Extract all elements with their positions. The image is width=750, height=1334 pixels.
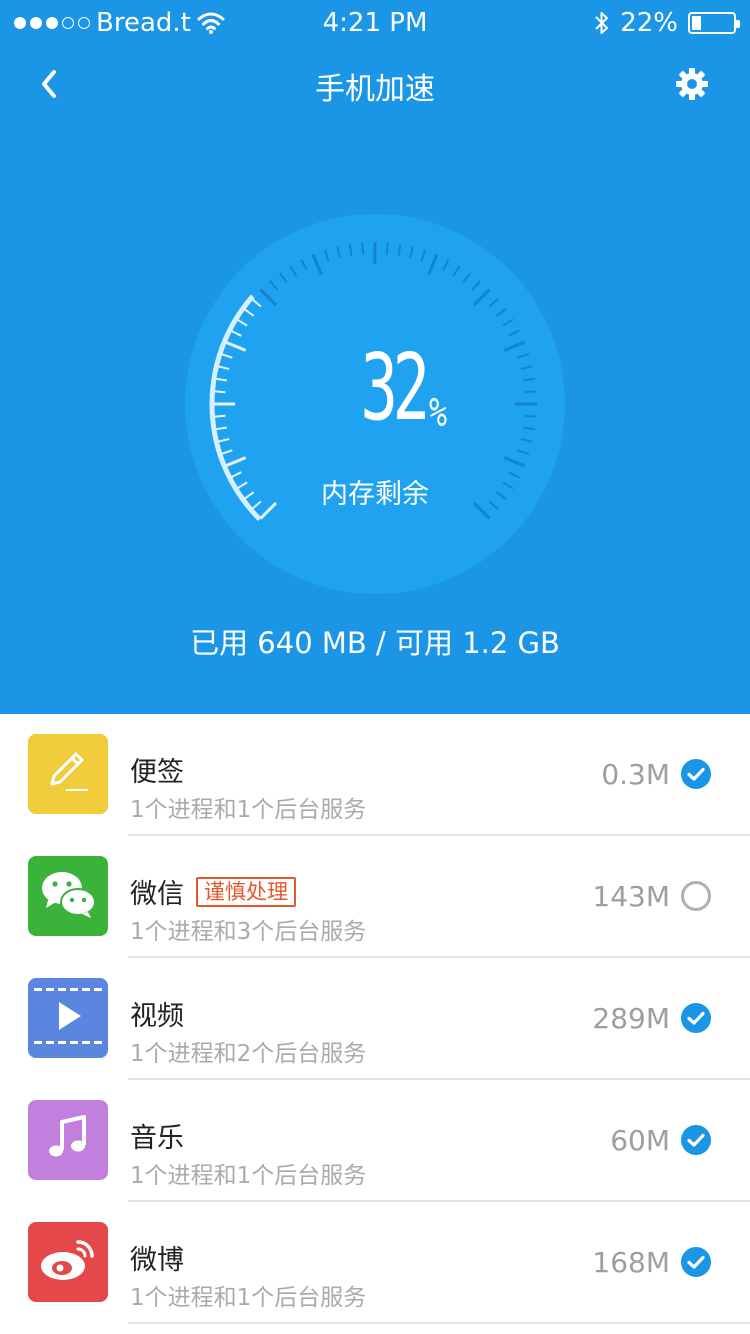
memory-summary: 已用 640 MB / 可用 1.2 GB [190,626,560,660]
app-name-line: 便签 [130,750,184,789]
app-description: 1个进程和1个后台服务 [130,797,367,823]
app-row[interactable]: 视频 1个进程和2个后台服务 289M [0,958,750,1080]
app-memory-size: 0.3M [601,758,670,791]
app-row[interactable]: 便签 1个进程和1个后台服务 0.3M [0,714,750,836]
app-name-line: 微博 [130,1238,184,1277]
process-list: 便签 1个进程和1个后台服务 0.3M 微信 谨慎处理 1个进程和3个后台服务 143M 视频… [0,714,750,1324]
caution-tag: 谨慎处理 [196,876,296,907]
app-name: 微信 [130,879,184,910]
checkbox-checked-icon[interactable] [680,1246,712,1278]
app-icon [28,978,108,1058]
app-icon [28,1100,108,1180]
video-play-icon [28,976,108,1060]
app-description: 1个进程和2个后台服务 [130,1041,367,1067]
header-panel: Bread.t 4:21 PM 22% 手机加速 32 % 内存剩余 已用 64… [0,0,750,714]
app-name: 微博 [130,1245,184,1276]
app-icon [28,734,108,814]
memory-gauge: 32 % 内存剩余 [185,214,565,594]
app-name-line: 微信 谨慎处理 [130,872,296,911]
app-row[interactable]: 微信 谨慎处理 1个进程和3个后台服务 143M [0,836,750,958]
app-row[interactable]: 微博 1个进程和1个后台服务 168M [0,1202,750,1324]
page-title: 手机加速 [315,72,435,107]
app-icon [28,856,108,936]
gauge-tick [361,242,365,255]
app-description: 1个进程和3个后台服务 [130,919,367,945]
app-name-line: 音乐 [130,1116,184,1155]
status-bar: Bread.t 4:21 PM 22% [0,0,750,44]
app-name: 便签 [130,757,184,788]
gauge-tick [385,242,389,255]
memory-percent: 32 [359,334,430,441]
bluetooth-icon [595,12,609,34]
music-note-icon [40,1110,96,1170]
app-description: 1个进程和1个后台服务 [130,1285,367,1311]
battery-icon [688,12,740,34]
battery-percent: 22% [620,8,678,38]
checkbox-checked-icon[interactable] [680,1124,712,1156]
wechat-icon [36,866,100,926]
checkbox-unchecked-icon[interactable] [680,880,712,912]
weibo-icon [36,1232,100,1292]
app-name: 音乐 [130,1123,184,1154]
note-pencil-icon [40,744,96,804]
checkbox-checked-icon[interactable] [680,1002,712,1034]
app-memory-size: 168M [592,1246,670,1279]
gear-icon [676,68,708,100]
battery-level-fill [692,16,701,30]
app-name-line: 视频 [130,994,184,1033]
app-name: 视频 [130,1001,184,1032]
app-memory-size: 143M [592,880,670,913]
row-divider [128,1322,750,1324]
app-row[interactable]: 音乐 1个进程和1个后台服务 60M [0,1080,750,1202]
app-memory-size: 60M [610,1124,670,1157]
app-icon [28,1222,108,1302]
percent-sign: % [429,390,448,436]
app-memory-size: 289M [592,1002,670,1035]
checkbox-checked-icon[interactable] [680,758,712,790]
settings-button[interactable] [672,64,712,104]
gauge-label: 内存剩余 [321,479,429,510]
status-right: 22% [594,8,740,38]
app-description: 1个进程和1个后台服务 [130,1163,367,1189]
gauge-value: 32 % [185,338,565,438]
